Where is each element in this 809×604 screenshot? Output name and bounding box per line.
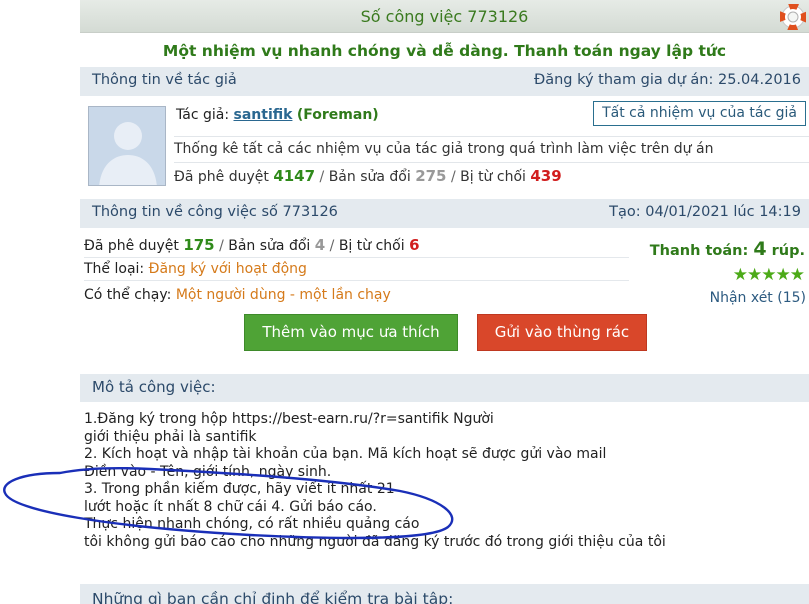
job-revised-label: Bản sửa đổi: [228, 238, 311, 254]
avatar: [88, 106, 166, 186]
description-line: 2. Kích hoạt và nhập tài khoản của bạn. …: [84, 446, 607, 462]
approved-label: Đã phê duyệt: [174, 169, 269, 185]
description-header: Mô tả công việc:: [80, 374, 809, 402]
author-name-link[interactable]: santifik: [234, 107, 293, 123]
task-headline: Một nhiệm vụ nhanh chóng và dễ dàng. Tha…: [162, 42, 727, 60]
job-created-date: Tạo: 04/01/2021 lúc 14:19: [609, 204, 801, 220]
job-info-panel: Đã phê duyệt 175 / Bản sửa đổi 4 / Bị từ…: [80, 228, 809, 308]
title-bar: Số công việc 773126: [80, 0, 809, 33]
job-info-title: Thông tin về công việc số 773126: [92, 204, 338, 220]
author-row: Tác giả: santifik (Foreman): [176, 107, 379, 123]
user-silhouette-icon: [89, 107, 165, 185]
description-line: Thực hiện nhanh chóng, có rất nhiều quản…: [84, 516, 420, 532]
author-approved-count: 4147: [273, 167, 316, 185]
send-to-trash-button[interactable]: Gửi vào thùng rác: [477, 314, 647, 351]
job-category-row: Thể loại: Đăng ký với hoạt động: [84, 261, 629, 281]
author-info-title: Thông tin về tác giả: [92, 72, 237, 88]
job-rejected-label: Bị từ chối: [338, 238, 405, 254]
author-rejected-count: 439: [530, 167, 562, 185]
reviews-link[interactable]: Nhận xét (15): [710, 290, 806, 306]
payment-unit: rúp.: [771, 243, 805, 259]
category-label: Thể loại:: [84, 261, 145, 277]
action-buttons: Thêm vào mục ưa thích Gửi vào thùng rác: [80, 308, 809, 378]
description-body: 1.Đăng ký trong hộp https://best-earn.ru…: [80, 402, 809, 582]
description-line: Điền vào - Tên, giới tính, ngày sinh.: [84, 463, 332, 480]
task-number-title: Số công việc 773126: [360, 7, 529, 26]
add-to-favorites-button[interactable]: Thêm vào mục ưa thích: [244, 314, 458, 351]
description-line: giới thiệu phải là santifik: [84, 428, 257, 445]
author-panel: Tác giả: santifik (Foreman) Tất cả nhiệm…: [80, 96, 809, 199]
author-join-date: Đăng ký tham gia dự án: 25.04.2016: [533, 72, 801, 88]
job-rejected-count: 6: [409, 236, 420, 254]
rating-stars-icon: ★★★★★: [732, 265, 805, 285]
description-line: lướt hoặc ít nhất 8 chữ cái 4. Gửi báo c…: [84, 498, 377, 515]
job-approved-count: 175: [183, 236, 215, 254]
job-stats-row: Đã phê duyệt 175 / Bản sửa đổi 4 / Bị từ…: [84, 236, 629, 258]
job-category: Đăng ký với hoạt động: [148, 261, 307, 277]
author-stats-title: Thống kê tất cả các nhiệm vụ của tác giả…: [174, 136, 809, 157]
author-revised-count: 275: [415, 167, 447, 185]
payment-label: Thanh toán:: [649, 243, 749, 259]
job-revised-count: 4: [314, 236, 326, 254]
job-runs-row: Có thể chạy: Một người dùng - một lần ch…: [84, 287, 629, 306]
job-info-bar: Thông tin về công việc số 773126 Tạo: 04…: [80, 199, 809, 228]
description-line: 1.Đăng ký trong hộp https://best-earn.ru…: [84, 411, 494, 427]
all-author-tasks-button[interactable]: Tất cả nhiệm vụ của tác giả: [593, 101, 806, 126]
payment-amount: Thanh toán: 4 rúp.: [650, 238, 805, 260]
description-line: tôi không gửi báo cáo cho những người đã…: [84, 533, 666, 550]
payment-value: 4: [753, 238, 767, 260]
job-runs: Một người dùng - một lần chạy: [175, 287, 391, 303]
description-line: 3. Trong phần kiếm được, hãy viết ít nhấ…: [84, 481, 395, 497]
revised-label: Bản sửa đổi: [328, 169, 411, 185]
job-approved-label: Đã phê duyệt: [84, 238, 179, 254]
author-info-bar: Thông tin về tác giả Đăng ký tham gia dự…: [80, 67, 809, 96]
author-role: (Foreman): [296, 107, 379, 123]
lifebuoy-icon[interactable]: [780, 4, 806, 30]
author-stats-row: Đã phê duyệt 4147 / Bản sửa đổi 275 / Bị…: [174, 162, 809, 185]
requirements-header: Những gì bạn cần chỉ định để kiểm tra bà…: [80, 584, 809, 604]
task-page: Số công việc 773126 Một nhiệm vụ nhanh c…: [80, 0, 809, 604]
author-label: Tác giả:: [176, 107, 230, 123]
runs-label: Có thể chạy:: [84, 287, 172, 303]
rejected-label: Bị từ chối: [460, 169, 526, 185]
